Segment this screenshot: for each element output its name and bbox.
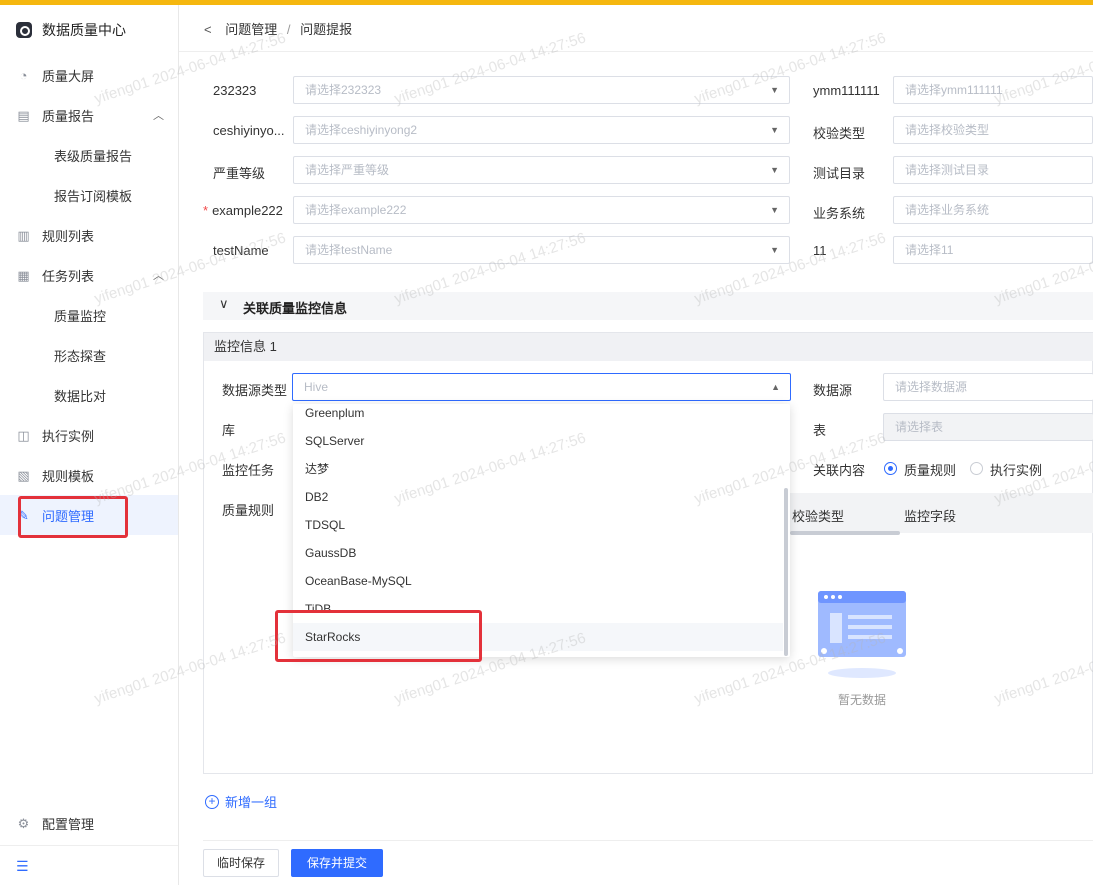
app-logo-icon	[16, 22, 32, 38]
field-label: ymm111111	[813, 83, 880, 98]
highlight-box-issue-management	[18, 496, 128, 538]
select-datasource[interactable]: 请选择数据源	[883, 373, 1093, 401]
sidebar-item-data-compare[interactable]: 数据比对	[0, 375, 178, 415]
temp-save-button[interactable]: 临时保存	[203, 849, 279, 877]
sidebar-item-reports[interactable]: ▤ 质量报告 ︿	[0, 95, 178, 135]
caret-down-icon: ▼	[770, 125, 779, 135]
column-check-type: 校验类型	[792, 509, 845, 524]
chevron-up-icon: ︿	[153, 110, 164, 122]
field-label: 监控任务	[222, 463, 275, 478]
breadcrumb: < 问题管理 / 问题提报	[204, 22, 353, 37]
field-label: 测试目录	[813, 166, 866, 181]
header-divider	[179, 51, 1093, 52]
field-label-required: * example222	[203, 203, 283, 218]
app-title: 数据质量中心	[42, 22, 126, 38]
select-ceshiyinyong2[interactable]: 请选择ceshiyinyong2 ▼	[293, 116, 790, 144]
caret-up-icon: ▲	[771, 382, 780, 392]
dropdown-option[interactable]: 达梦	[293, 455, 783, 483]
breadcrumb-current: 问题提报	[300, 22, 353, 37]
chevron-up-icon: ︿	[153, 270, 164, 282]
select-testname[interactable]: 请选择testName ▼	[293, 236, 790, 264]
sidebar-item-quality-monitor[interactable]: 质量监控	[0, 295, 178, 335]
sidebar-item-rule-templates[interactable]: ▧ 规则模板	[0, 455, 178, 495]
section-related-monitor[interactable]: ∨ 关联质量监控信息	[203, 292, 1093, 320]
caret-down-icon: ▼	[770, 245, 779, 255]
field-label: 库	[222, 423, 236, 438]
footer-divider	[203, 840, 1093, 841]
sidebar-item-settings[interactable]: ⚙ 配置管理	[0, 803, 178, 843]
field-label: 业务系统	[813, 206, 866, 221]
field-label: 质量规则	[222, 503, 275, 518]
select-severity[interactable]: 请选择严重等级 ▼	[293, 156, 790, 184]
sidebar-item-table-report[interactable]: 表级质量报告	[0, 135, 178, 175]
field-label: 严重等级	[213, 166, 266, 181]
rules-table-header: 校验类型 监控字段	[790, 493, 1093, 535]
select-11[interactable]: 请选择11	[893, 236, 1093, 264]
sidebar-item-tasks[interactable]: ▦ 任务列表 ︿	[0, 255, 178, 295]
caret-down-icon: ▼	[770, 85, 779, 95]
field-label: 数据源	[813, 383, 853, 398]
field-label: 11	[813, 243, 827, 258]
instance-icon: ◫	[17, 427, 30, 443]
empty-data-illustration-icon	[818, 591, 906, 678]
select-example222[interactable]: 请选择example222 ▼	[293, 196, 790, 224]
sidebar: 数据质量中心 ◔ 质量大屏 ▤ 质量报告 ︿ 表级质量报告 报告订阅模板 ▥ 规…	[0, 5, 179, 885]
radio-label: 执行实例	[990, 463, 1043, 478]
horizontal-scrollbar[interactable]	[790, 531, 900, 535]
empty-data-text: 暂无数据	[838, 693, 887, 707]
caret-down-icon: ▼	[770, 165, 779, 175]
dropdown-option[interactable]: DB2	[293, 483, 783, 511]
save-submit-button[interactable]: 保存并提交	[291, 849, 383, 877]
field-label: 关联内容	[813, 463, 866, 478]
gear-icon: ⚙	[17, 815, 30, 831]
sidebar-item-dashboard[interactable]: ◔ 质量大屏	[0, 55, 178, 95]
radio-quality-rule[interactable]	[884, 462, 897, 475]
back-chevron-icon[interactable]: <	[204, 22, 212, 37]
field-label: testName	[213, 243, 269, 258]
add-group-button[interactable]: + 新增一组	[205, 792, 277, 811]
caret-down-icon: ▼	[770, 205, 779, 215]
dropdown-option[interactable]: TDSQL	[293, 511, 783, 539]
highlight-box-starrocks	[275, 610, 482, 662]
dropdown-scrollbar[interactable]	[784, 488, 788, 656]
dropdown-option[interactable]: OceanBase-MySQL	[293, 567, 783, 595]
sidebar-item-profiling[interactable]: 形态探查	[0, 335, 178, 375]
radio-label: 质量规则	[904, 463, 957, 478]
sidebar-item-report-subscription[interactable]: 报告订阅模板	[0, 175, 178, 215]
dropdown-option[interactable]: SQLServer	[293, 427, 783, 455]
column-monitor-field: 监控字段	[904, 509, 957, 524]
select-ymm111111[interactable]: 请选择ymm111111	[893, 76, 1093, 104]
breadcrumb-parent[interactable]: 问题管理	[225, 22, 277, 37]
sidebar-item-instances[interactable]: ◫ 执行实例	[0, 415, 178, 455]
dropdown-option[interactable]: GaussDB	[293, 539, 783, 567]
report-icon: ▤	[17, 107, 30, 123]
task-icon: ▦	[17, 267, 30, 283]
brand[interactable]: 数据质量中心	[16, 19, 126, 41]
monitor-info-title: 监控信息 1	[204, 333, 1093, 361]
select-check-type[interactable]: 请选择校验类型	[893, 116, 1093, 144]
sidebar-item-rules[interactable]: ▥ 规则列表	[0, 215, 178, 255]
sidebar-divider	[0, 845, 178, 846]
list-icon: ▥	[17, 227, 30, 243]
select-test-directory[interactable]: 请选择测试目录	[893, 156, 1093, 184]
collapse-menu-icon[interactable]: ☰	[16, 858, 29, 875]
template-icon: ▧	[17, 467, 30, 483]
select-232323[interactable]: 请选择232323 ▼	[293, 76, 790, 104]
field-label: 232323	[213, 83, 257, 98]
field-label: 数据源类型	[222, 383, 288, 398]
radio-execution-instance[interactable]	[970, 462, 983, 475]
plus-circle-icon: +	[205, 794, 219, 809]
pie-chart-icon: ◔	[19, 67, 28, 83]
field-label: 校验类型	[813, 126, 866, 141]
chevron-down-icon: ∨	[219, 296, 229, 311]
select-table[interactable]: 请选择表	[883, 413, 1093, 441]
dropdown-option[interactable]: Greenplum	[293, 404, 783, 427]
field-label: 表	[813, 423, 827, 438]
field-label: ceshiyinyo...	[213, 123, 285, 138]
select-datasource-type[interactable]: Hive ▲	[292, 373, 791, 401]
select-business-system[interactable]: 请选择业务系统	[893, 196, 1093, 224]
